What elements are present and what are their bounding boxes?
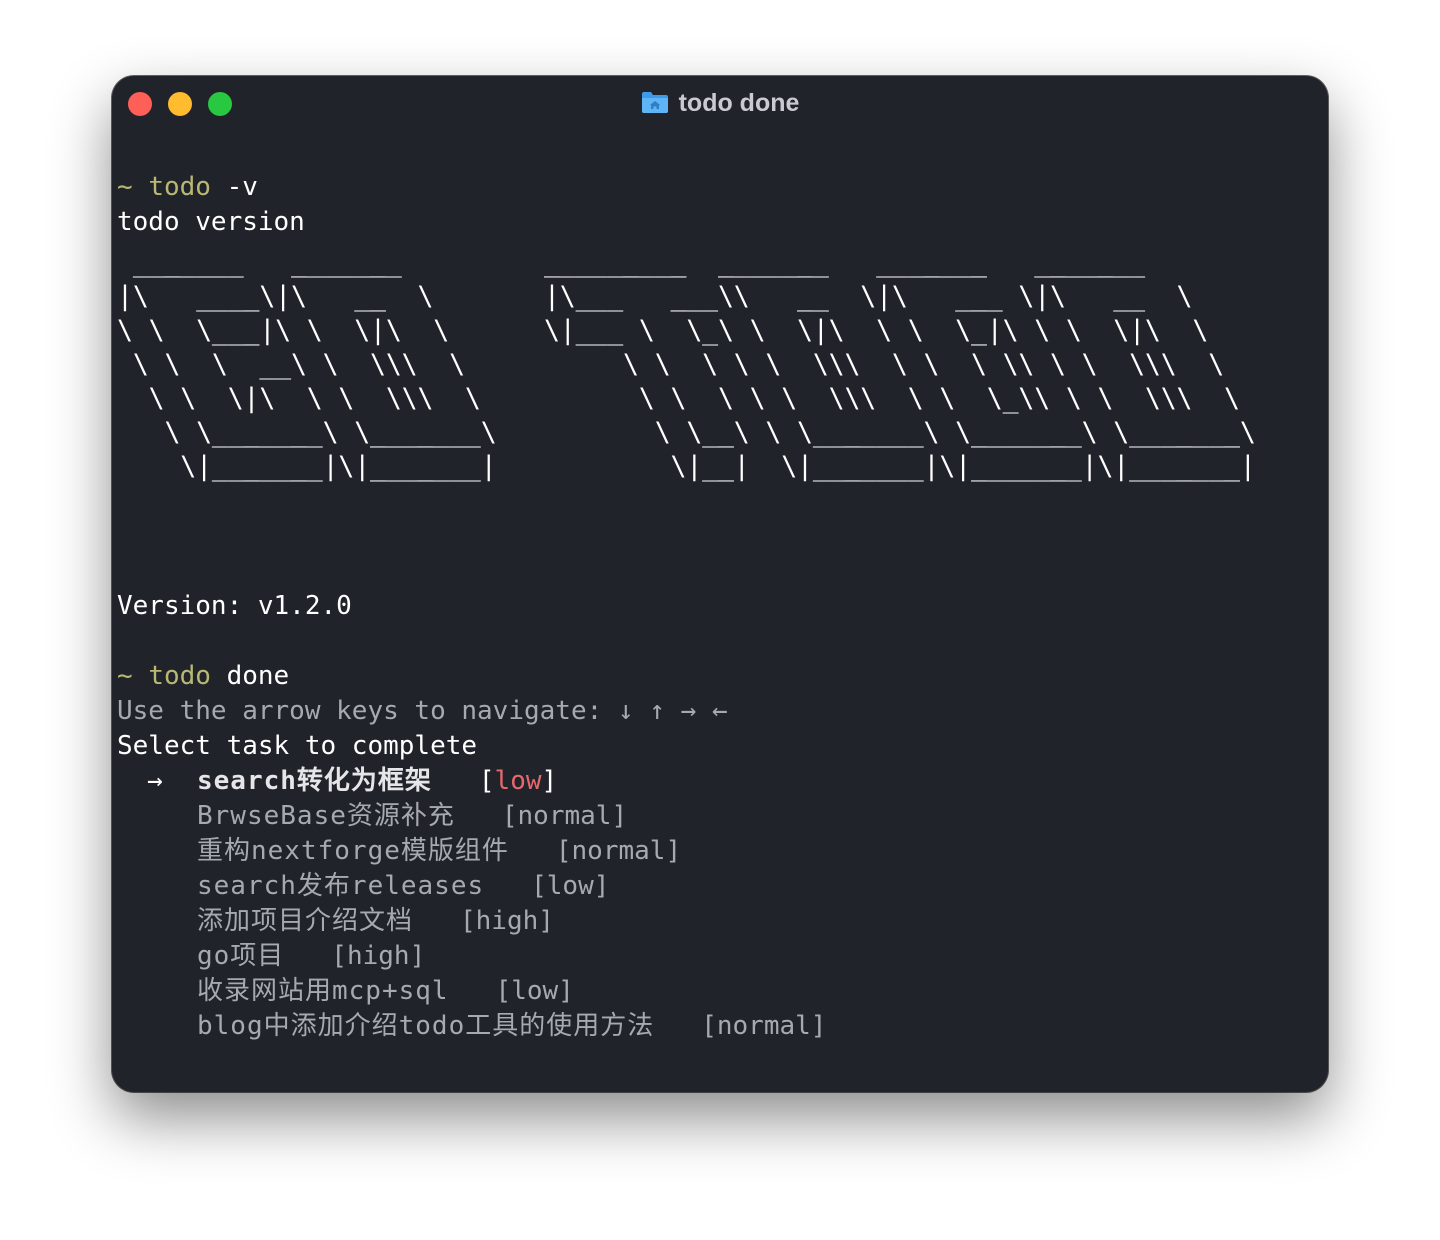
- task-list: → search转化为框架 [low] BrwseBase资源补充 [normal…: [117, 764, 1256, 1044]
- task-item[interactable]: 收录网站用mcp+sql [low]: [117, 974, 1256, 1009]
- task-priority: normal: [517, 801, 612, 831]
- task-priority: low: [494, 766, 542, 796]
- version-line: Version: v1.2.0: [117, 591, 352, 621]
- task-name: BrwseBase资源补充: [197, 801, 455, 831]
- task-item[interactable]: → search转化为框架 [low]: [117, 764, 1256, 799]
- task-name: search转化为框架: [197, 766, 432, 796]
- command-name: todo: [148, 661, 211, 691]
- task-item[interactable]: search发布releases [low]: [117, 869, 1256, 904]
- task-priority: normal: [571, 836, 666, 866]
- terminal-window[interactable]: todo done ~ todo -v todo version _______…: [112, 76, 1328, 1092]
- task-name: 收录网站用mcp+sql: [197, 976, 449, 1006]
- task-name: search发布releases: [197, 871, 485, 901]
- folder-home-icon: [641, 90, 669, 114]
- task-priority: low: [511, 976, 559, 1006]
- terminal-content[interactable]: ~ todo -v todo version _______ _______ _…: [117, 170, 1256, 1044]
- task-name: 添加项目介绍文档: [197, 906, 414, 936]
- task-item[interactable]: BrwseBase资源补充 [normal]: [117, 799, 1256, 834]
- selection-cursor-icon: →: [147, 766, 163, 796]
- command-line: ~ todo -v: [117, 170, 1256, 205]
- task-priority: normal: [716, 1011, 811, 1041]
- task-priority: high: [346, 941, 410, 971]
- task-priority: high: [475, 906, 539, 936]
- task-priority: low: [546, 871, 594, 901]
- window-title: todo done: [112, 88, 1328, 118]
- task-item[interactable]: blog中添加介绍todo工具的使用方法 [normal]: [117, 1009, 1256, 1044]
- command-args: -v: [226, 172, 258, 202]
- task-name: go项目: [197, 941, 285, 971]
- prompt-tilde: ~: [117, 172, 133, 202]
- task-name: blog中添加介绍todo工具的使用方法: [197, 1011, 655, 1041]
- task-name: 重构nextforge模版组件: [197, 836, 509, 866]
- task-item[interactable]: 添加项目介绍文档 [high]: [117, 904, 1256, 939]
- ascii-banner: _______ _______ _________ _______ ______…: [117, 247, 1256, 482]
- prompt-tilde: ~: [117, 661, 133, 691]
- task-item[interactable]: 重构nextforge模版组件 [normal]: [117, 834, 1256, 869]
- select-prompt: Select task to complete: [117, 731, 478, 761]
- title-bar[interactable]: todo done: [112, 76, 1328, 132]
- command-args: done: [226, 661, 290, 691]
- command-name: todo: [148, 172, 211, 202]
- task-item[interactable]: go项目 [high]: [117, 939, 1256, 974]
- window-title-text: todo done: [678, 89, 800, 117]
- command-line: ~ todo done: [117, 659, 1256, 694]
- command-output: todo version: [117, 207, 305, 237]
- navigation-hint: Use the arrow keys to navigate: ↓ ↑ → ←: [117, 696, 728, 726]
